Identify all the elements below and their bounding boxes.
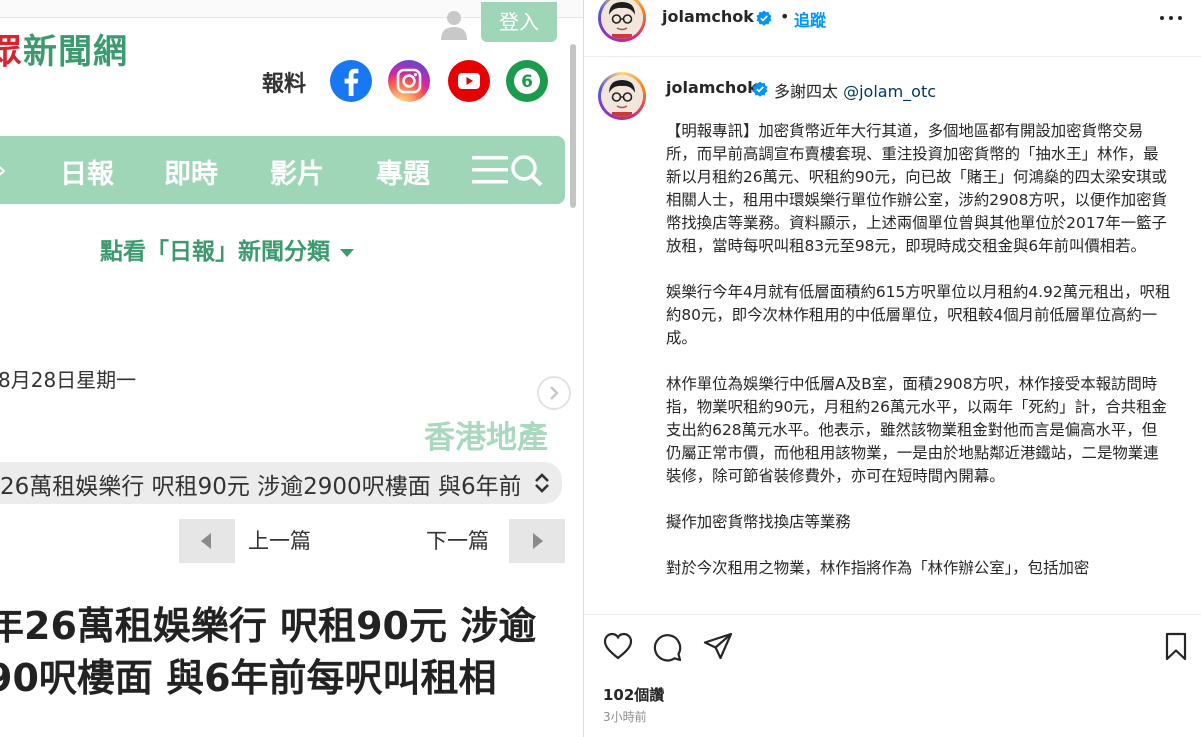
nav-item-video[interactable]: 影片	[270, 152, 324, 191]
avatar[interactable]	[598, 0, 646, 42]
caption-paragraph-1: 【明報專訊】加密貨幣近年大行其道，多個地區都有開設加密貨幣交易所，而早前高調宣布…	[666, 122, 1167, 255]
post-caption: 【明報專訊】加密貨幣近年大行其道，多個地區都有開設加密貨幣交易所，而早前高調宣布…	[666, 120, 1171, 612]
caption-mention-link[interactable]: @jolam_otc	[843, 82, 936, 101]
article-title-line-2: 90呎樓面 與6年前每呎叫租相	[0, 656, 497, 700]
previous-article-link[interactable]: 上一篇	[248, 525, 311, 555]
triangle-left-icon	[201, 533, 211, 549]
login-button[interactable]: 登入	[481, 2, 557, 42]
scrollbar-thumb[interactable]	[570, 44, 576, 208]
instagram-post-pane: jolamchok • 追蹤 jolamchok 多謝四太 @jolam_otc…	[584, 0, 1201, 737]
section-tag: 香港地產	[424, 420, 548, 456]
follow-button[interactable]: 追蹤	[794, 7, 826, 31]
facebook-icon[interactable]	[330, 60, 372, 102]
mark-six-label: 6	[521, 72, 533, 92]
select-arrows-icon	[535, 473, 549, 493]
site-logo-mark: 眾	[0, 32, 23, 72]
next-arrow-icon[interactable]	[537, 376, 571, 410]
likes-count[interactable]: 102個讚	[603, 684, 664, 705]
previous-article-button[interactable]	[179, 519, 235, 563]
save-bookmark-icon[interactable]	[1164, 632, 1188, 666]
next-article-link[interactable]: 下一篇	[426, 525, 489, 555]
more-options-icon[interactable]	[1159, 10, 1183, 30]
daily-category-link[interactable]: 點看「日報」新聞分類	[100, 232, 354, 266]
user-icon[interactable]	[438, 8, 470, 40]
nav-prev-chevron-icon[interactable]: ›	[0, 158, 6, 182]
category-link-text: 點看「日報」新聞分類	[100, 239, 330, 265]
triangle-right-icon	[533, 533, 543, 549]
caption-paragraph-4: 擬作加密貨幣找換店等業務	[666, 513, 851, 531]
news-nav-bar: › 日報 即時 影片 專題	[0, 136, 565, 204]
share-send-icon[interactable]	[703, 632, 733, 666]
caption-divider	[584, 614, 1201, 615]
caption-avatar[interactable]	[598, 72, 646, 120]
profile-face-icon	[601, 0, 643, 39]
instagram-icon[interactable]	[388, 60, 430, 102]
nav-item-topics[interactable]: 專題	[376, 152, 430, 191]
site-logo[interactable]: 眾新聞網	[0, 24, 128, 73]
caption-paragraph-2: 娛樂行今年4月就有低層面積約615方呎單位以月租約4.92萬元租出，呎租約80元…	[666, 283, 1171, 347]
like-heart-icon[interactable]	[603, 632, 633, 664]
nav-item-instant[interactable]: 即時	[164, 152, 218, 191]
separator-dot: •	[780, 7, 790, 26]
caption-paragraph-5: 對於今次租用之物業，林作指將作為「林作辦公室」，包括加密	[666, 559, 1090, 577]
post-timestamp[interactable]: 3小時前	[603, 708, 647, 725]
article-title-line-1: 年26萬租娛樂行 呎租90元 涉逾	[0, 604, 537, 648]
article-title: 年26萬租娛樂行 呎租90元 涉逾 90呎樓面 與6年前每呎叫租相	[0, 600, 583, 704]
site-logo-text: 新聞網	[23, 32, 128, 72]
caption-credit: 多謝四太 @jolam_otc	[774, 78, 936, 102]
verified-badge-icon	[756, 10, 772, 26]
caption-username[interactable]: jolamchok	[666, 78, 758, 97]
header-divider	[584, 56, 1201, 57]
menu-search-icon[interactable]	[472, 152, 546, 192]
next-article-button[interactable]	[509, 519, 565, 563]
headline-select-value: 26萬租娛樂行 呎租90元 涉逾2900呎樓面 與6年前每呎叫租相若	[0, 474, 520, 500]
verified-badge-icon	[752, 81, 768, 97]
report-label[interactable]: 報料	[262, 66, 306, 98]
caption-paragraph-3: 林作單位為娛樂行中低層A及B室，面積2908方呎，林作接受本報訪問時指，物業呎租…	[666, 375, 1167, 485]
mark-six-icon[interactable]: 6	[506, 60, 548, 102]
post-author-username[interactable]: jolamchok	[662, 7, 754, 26]
nav-item-daily[interactable]: 日報	[60, 152, 114, 191]
news-browser-pane: 眾新聞網 登入 報料 6 › 日報 即時 影片 專題 點看「日報」新聞分類 8月…	[0, 0, 583, 737]
caption-credit-text: 多謝四太	[774, 82, 844, 101]
headline-select[interactable]: 26萬租娛樂行 呎租90元 涉逾2900呎樓面 與6年前每呎叫租相若	[0, 462, 562, 504]
comment-bubble-icon[interactable]	[652, 632, 682, 666]
youtube-icon[interactable]	[448, 60, 490, 102]
issue-date: 8月28日星期一	[0, 368, 137, 392]
caret-down-icon	[340, 248, 354, 257]
profile-face-icon	[601, 75, 643, 117]
